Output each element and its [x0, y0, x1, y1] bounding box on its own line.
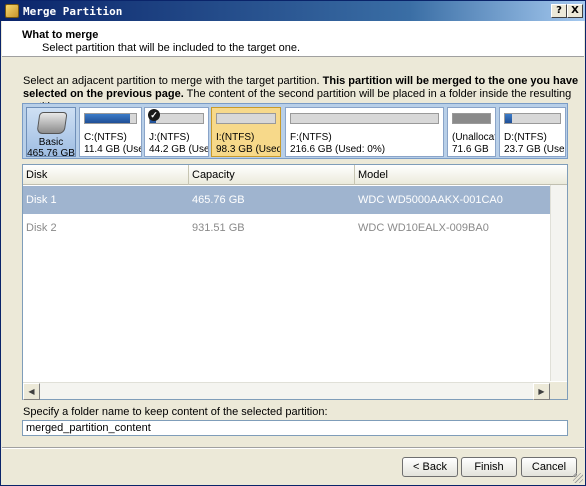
partition-label: C:(NTFS)	[84, 132, 127, 143]
disk-basic-tile[interactable]: Basic 465.76 GB	[26, 107, 76, 159]
title-bar: Merge Partition ? X	[1, 1, 585, 21]
partition-label: F:(NTFS)	[290, 132, 332, 143]
wizard-header: What to merge Select partition that will…	[2, 21, 584, 57]
partition-i[interactable]: I:(NTFS) 98.3 GB (Used:	[211, 107, 281, 157]
header-subtitle: Select partition that will be included t…	[42, 42, 301, 54]
partition-size: 11.4 GB (Usec	[84, 144, 141, 155]
folder-name-label: Specify a folder name to keep content of…	[23, 406, 328, 418]
cell-disk: Disk 1	[26, 194, 57, 206]
disk-size-label: 465.76 GB	[27, 148, 75, 159]
column-header-capacity[interactable]: Capacity	[189, 165, 355, 185]
button-separator	[2, 447, 584, 449]
partition-size: 23.7 GB (Usec	[504, 144, 566, 155]
hard-disk-icon	[36, 112, 68, 134]
help-button[interactable]: ?	[551, 4, 567, 18]
table-row[interactable]: Disk 1 465.76 GB WDC WD5000AAKX-001CA0	[23, 186, 567, 214]
scroll-corner	[550, 382, 567, 399]
usage-fill	[85, 114, 130, 123]
partition-size: 44.2 GB (Usec	[149, 144, 209, 155]
vertical-scrollbar[interactable]	[550, 185, 567, 381]
partition-usage-bar	[452, 113, 491, 124]
partition-j[interactable]: ✓ J:(NTFS) 44.2 GB (Usec	[144, 107, 209, 157]
back-button[interactable]: < Back	[402, 457, 458, 477]
partition-label: J:(NTFS)	[149, 132, 190, 143]
cell-model: WDC WD5000AAKX-001CA0	[358, 194, 503, 206]
partition-size: 71.6 GB	[452, 144, 489, 155]
partition-f[interactable]: F:(NTFS) 216.6 GB (Used: 0%)	[285, 107, 444, 157]
partition-size: 98.3 GB (Used:	[216, 144, 281, 155]
table-header: Disk Capacity Model	[23, 165, 567, 185]
instructions-part1: Select an adjacent partition to merge wi…	[23, 75, 323, 87]
partition-d[interactable]: D:(NTFS) 23.7 GB (Usec	[499, 107, 566, 157]
disk-map: Basic 465.76 GB C:(NTFS) 11.4 GB (Usec ✓…	[22, 103, 568, 159]
usage-fill	[505, 114, 512, 123]
scroll-left-icon[interactable]: ◀	[23, 383, 40, 400]
partition-usage-bar	[504, 113, 561, 124]
cell-capacity: 931.51 GB	[192, 222, 245, 234]
column-header-model[interactable]: Model	[355, 165, 567, 185]
checkmark-icon: ✓	[148, 109, 160, 121]
partition-label: I:(NTFS)	[216, 132, 255, 143]
partition-label: (Unallocate	[452, 132, 495, 143]
merge-partition-dialog: Merge Partition ? X What to merge Select…	[0, 0, 586, 486]
partition-size: 216.6 GB (Used: 0%)	[290, 144, 386, 155]
partition-usage-bar	[290, 113, 439, 124]
cell-capacity: 465.76 GB	[192, 194, 245, 206]
disk-type-label: Basic	[38, 137, 64, 148]
finish-button[interactable]: Finish	[461, 457, 517, 477]
cell-disk: Disk 2	[26, 222, 57, 234]
table-row[interactable]: Disk 2 931.51 GB WDC WD10EALX-009BA0	[23, 214, 567, 242]
folder-name-input[interactable]	[22, 420, 568, 436]
scroll-right-icon[interactable]: ▶	[533, 383, 550, 400]
resize-grip-icon[interactable]	[573, 473, 583, 483]
close-button[interactable]: X	[567, 4, 583, 18]
partition-unallocated[interactable]: (Unallocate 71.6 GB	[447, 107, 496, 157]
partition-label: D:(NTFS)	[504, 132, 547, 143]
horizontal-scrollbar[interactable]: ◀ ▶	[23, 382, 550, 400]
column-header-disk[interactable]: Disk	[23, 165, 189, 185]
cell-model: WDC WD10EALX-009BA0	[358, 222, 489, 234]
header-title: What to merge	[22, 29, 99, 41]
disk-list: Disk Capacity Model Disk 1 465.76 GB WDC…	[22, 164, 568, 400]
partition-usage-bar	[84, 113, 137, 124]
window-title: Merge Partition	[23, 5, 123, 18]
partition-usage-bar	[216, 113, 276, 124]
app-icon	[5, 4, 19, 18]
cancel-button[interactable]: Cancel	[521, 457, 577, 477]
partition-c[interactable]: C:(NTFS) 11.4 GB (Usec	[79, 107, 142, 157]
